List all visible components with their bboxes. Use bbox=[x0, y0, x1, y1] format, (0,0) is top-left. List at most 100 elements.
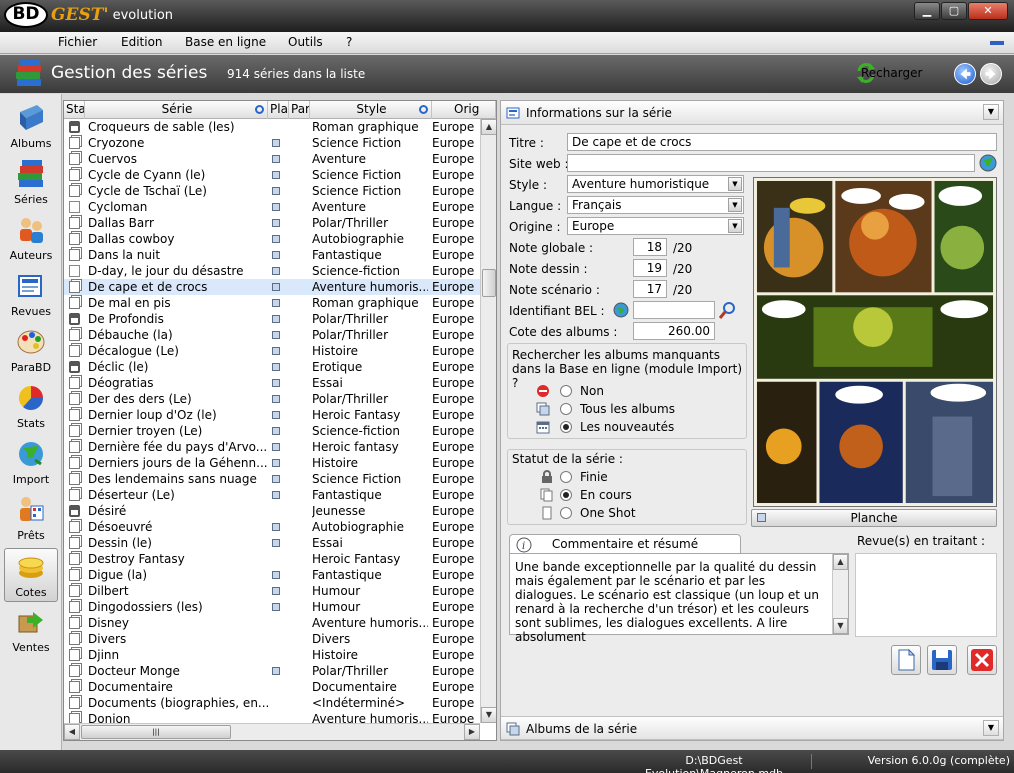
back-arrow-icon[interactable] bbox=[954, 63, 976, 85]
titre-field[interactable]: De cape et de crocs bbox=[567, 133, 997, 151]
table-row[interactable]: Cryozone Science Fiction Europe bbox=[64, 135, 480, 151]
chevron-down-icon[interactable]: ▼ bbox=[728, 177, 742, 191]
table-row[interactable]: D-day, le jour du désastre Science-fictio… bbox=[64, 263, 480, 279]
title-bar[interactable]: BD GEST' evolution ▁ ▢ ✕ bbox=[0, 0, 1014, 32]
table-row[interactable]: Dingodossiers (les) Humour Europe bbox=[64, 599, 480, 615]
sidebar-item-import[interactable]: Import bbox=[4, 436, 58, 490]
site-web-field[interactable] bbox=[567, 154, 975, 172]
table-row[interactable]: Déogratias Essai Europe bbox=[64, 375, 480, 391]
origine-select[interactable]: Europe ▼ bbox=[567, 217, 744, 235]
radio-non[interactable] bbox=[560, 385, 572, 397]
column-parution[interactable]: Par bbox=[289, 101, 310, 119]
table-row[interactable]: Déserteur (Le) Fantastique Europe bbox=[64, 487, 480, 503]
table-row[interactable]: Cycle de Cyann (le) Science Fiction Europe bbox=[64, 167, 480, 183]
table-row[interactable]: Djinn Histoire Europe bbox=[64, 647, 480, 663]
cote-field[interactable]: 260.00 bbox=[633, 322, 715, 340]
table-row[interactable]: Désiré Jeunesse Europe bbox=[64, 503, 480, 519]
table-row[interactable]: Dernière fée du pays d'Arvo... Heroic fan… bbox=[64, 439, 480, 455]
radio-en-cours[interactable] bbox=[560, 489, 572, 501]
comment-tab[interactable]: i Commentaire et résumé bbox=[509, 534, 741, 554]
chevron-down-icon[interactable]: ▼ bbox=[983, 104, 999, 120]
note-dessin-field[interactable]: 19 bbox=[633, 259, 667, 277]
radio-finie[interactable] bbox=[560, 471, 572, 483]
sidebar-item-revues[interactable]: Revues bbox=[4, 268, 58, 322]
table-row[interactable]: Dernier troyen (Le) Science-fiction Europe bbox=[64, 423, 480, 439]
scroll-left-button[interactable]: ◀ bbox=[64, 724, 80, 740]
save-button[interactable] bbox=[927, 645, 957, 675]
table-row[interactable]: Déclic (le) Erotique Europe bbox=[64, 359, 480, 375]
table-row[interactable]: Dallas cowboy Autobiographie Europe bbox=[64, 231, 480, 247]
scroll-up-button[interactable]: ▲ bbox=[481, 119, 496, 135]
table-row[interactable]: Divers Divers Europe bbox=[64, 631, 480, 647]
scroll-right-button[interactable]: ▶ bbox=[464, 724, 480, 740]
note-scenario-field[interactable]: 17 bbox=[633, 280, 667, 298]
vertical-scroll-thumb[interactable] bbox=[482, 269, 496, 297]
menu-help[interactable]: ? bbox=[346, 35, 352, 49]
menu-fichier[interactable]: Fichier bbox=[58, 35, 97, 49]
sidebar-item-auteurs[interactable]: Auteurs bbox=[4, 212, 58, 266]
search-icon[interactable] bbox=[419, 105, 428, 114]
table-row[interactable]: Der des ders (Le) Polar/Thriller Europe bbox=[64, 391, 480, 407]
reload-button[interactable]: Recharger bbox=[855, 62, 922, 84]
scroll-down-button[interactable]: ▼ bbox=[833, 618, 848, 634]
note-globale-field[interactable]: 18 bbox=[633, 238, 667, 256]
table-row[interactable]: Documentaire Documentaire Europe bbox=[64, 679, 480, 695]
radio-one-shot[interactable] bbox=[560, 507, 572, 519]
vertical-scrollbar[interactable]: ▲ ▼ bbox=[480, 119, 496, 723]
chevron-down-icon[interactable]: ▼ bbox=[983, 720, 999, 736]
chevron-down-icon[interactable]: ▼ bbox=[728, 219, 742, 233]
table-row[interactable]: Débauche (la) Polar/Thriller Europe bbox=[64, 327, 480, 343]
column-style[interactable]: Style bbox=[310, 101, 432, 119]
langue-select[interactable]: Français ▼ bbox=[567, 196, 744, 214]
comment-scrollbar[interactable]: ▲ ▼ bbox=[832, 554, 848, 634]
sidebar-item-prets[interactable]: Prêts bbox=[4, 492, 58, 546]
comment-textarea[interactable]: Une bande exceptionnelle par la qualité … bbox=[509, 553, 849, 644]
globe-icon[interactable] bbox=[979, 154, 997, 172]
cancel-button[interactable] bbox=[967, 645, 997, 675]
table-row[interactable]: Cuervos Aventure Europe bbox=[64, 151, 480, 167]
table-row[interactable]: De mal en pis Roman graphique Europe bbox=[64, 295, 480, 311]
table-row[interactable]: Dallas Barr Polar/Thriller Europe bbox=[64, 215, 480, 231]
revues-list[interactable] bbox=[855, 553, 997, 637]
table-row[interactable]: Docteur Monge Polar/Thriller Europe bbox=[64, 663, 480, 679]
radio-tous-les-albums[interactable] bbox=[560, 403, 572, 415]
planche-image[interactable] bbox=[753, 177, 997, 507]
table-row[interactable]: Dernier loup d'Oz (le) Heroic Fantasy Euro… bbox=[64, 407, 480, 423]
table-row[interactable]: Désoeuvré Autobiographie Europe bbox=[64, 519, 480, 535]
close-button[interactable]: ✕ bbox=[968, 2, 1008, 20]
new-button[interactable] bbox=[891, 645, 921, 675]
table-row[interactable]: Cycloman Aventure Europe bbox=[64, 199, 480, 215]
chevron-down-icon[interactable]: ▼ bbox=[728, 198, 742, 212]
sidebar-item-series[interactable]: Séries bbox=[4, 156, 58, 210]
horizontal-scroll-thumb[interactable]: ||| bbox=[81, 725, 231, 739]
globe-icon[interactable] bbox=[613, 302, 629, 318]
scroll-down-button[interactable]: ▼ bbox=[481, 707, 496, 723]
table-row[interactable]: Donjon Aventure humoris... Europe bbox=[64, 711, 480, 723]
table-row[interactable]: Dessin (le) Essai Europe bbox=[64, 535, 480, 551]
table-row[interactable]: Destroy Fantasy Heroic Fantasy Europe bbox=[64, 551, 480, 567]
magnifier-icon[interactable] bbox=[719, 301, 737, 319]
column-origine[interactable]: Orig bbox=[432, 101, 496, 119]
sidebar-item-parabd[interactable]: ParaBD bbox=[4, 324, 58, 378]
table-row[interactable]: Croqueurs de sable (les) Roman graphique E… bbox=[64, 119, 480, 135]
sidebar-item-albums[interactable]: Albums bbox=[4, 100, 58, 154]
table-row[interactable]: Disney Aventure humoris... Europe bbox=[64, 615, 480, 631]
radio-les-nouveautes[interactable] bbox=[560, 421, 572, 433]
column-statut[interactable]: Stat bbox=[64, 101, 85, 119]
table-row[interactable]: Dilbert Humour Europe bbox=[64, 583, 480, 599]
menu-edition[interactable]: Edition bbox=[121, 35, 163, 49]
maximize-button[interactable]: ▢ bbox=[941, 2, 967, 20]
horizontal-scrollbar[interactable]: ◀ ||| ▶ bbox=[64, 723, 480, 740]
table-row[interactable]: Derniers jours de la Géhenn... Histoire Eu… bbox=[64, 455, 480, 471]
planche-button[interactable]: Planche bbox=[751, 509, 997, 527]
table-row[interactable]: Cycle de Tschaï (Le) Science Fiction Europ… bbox=[64, 183, 480, 199]
menu-base-en-ligne[interactable]: Base en ligne bbox=[185, 35, 266, 49]
bel-field[interactable] bbox=[633, 301, 715, 319]
search-icon[interactable] bbox=[255, 105, 264, 114]
scroll-up-button[interactable]: ▲ bbox=[833, 554, 848, 570]
table-row[interactable]: De Profondis Polar/Thriller Europe bbox=[64, 311, 480, 327]
forward-arrow-icon[interactable] bbox=[980, 63, 1002, 85]
table-row[interactable]: Dans la nuit Fantastique Europe bbox=[64, 247, 480, 263]
menu-minimize-icon[interactable] bbox=[990, 41, 1004, 45]
table-row[interactable]: De cape et de crocs Aventure humoris... Eu… bbox=[64, 279, 480, 295]
